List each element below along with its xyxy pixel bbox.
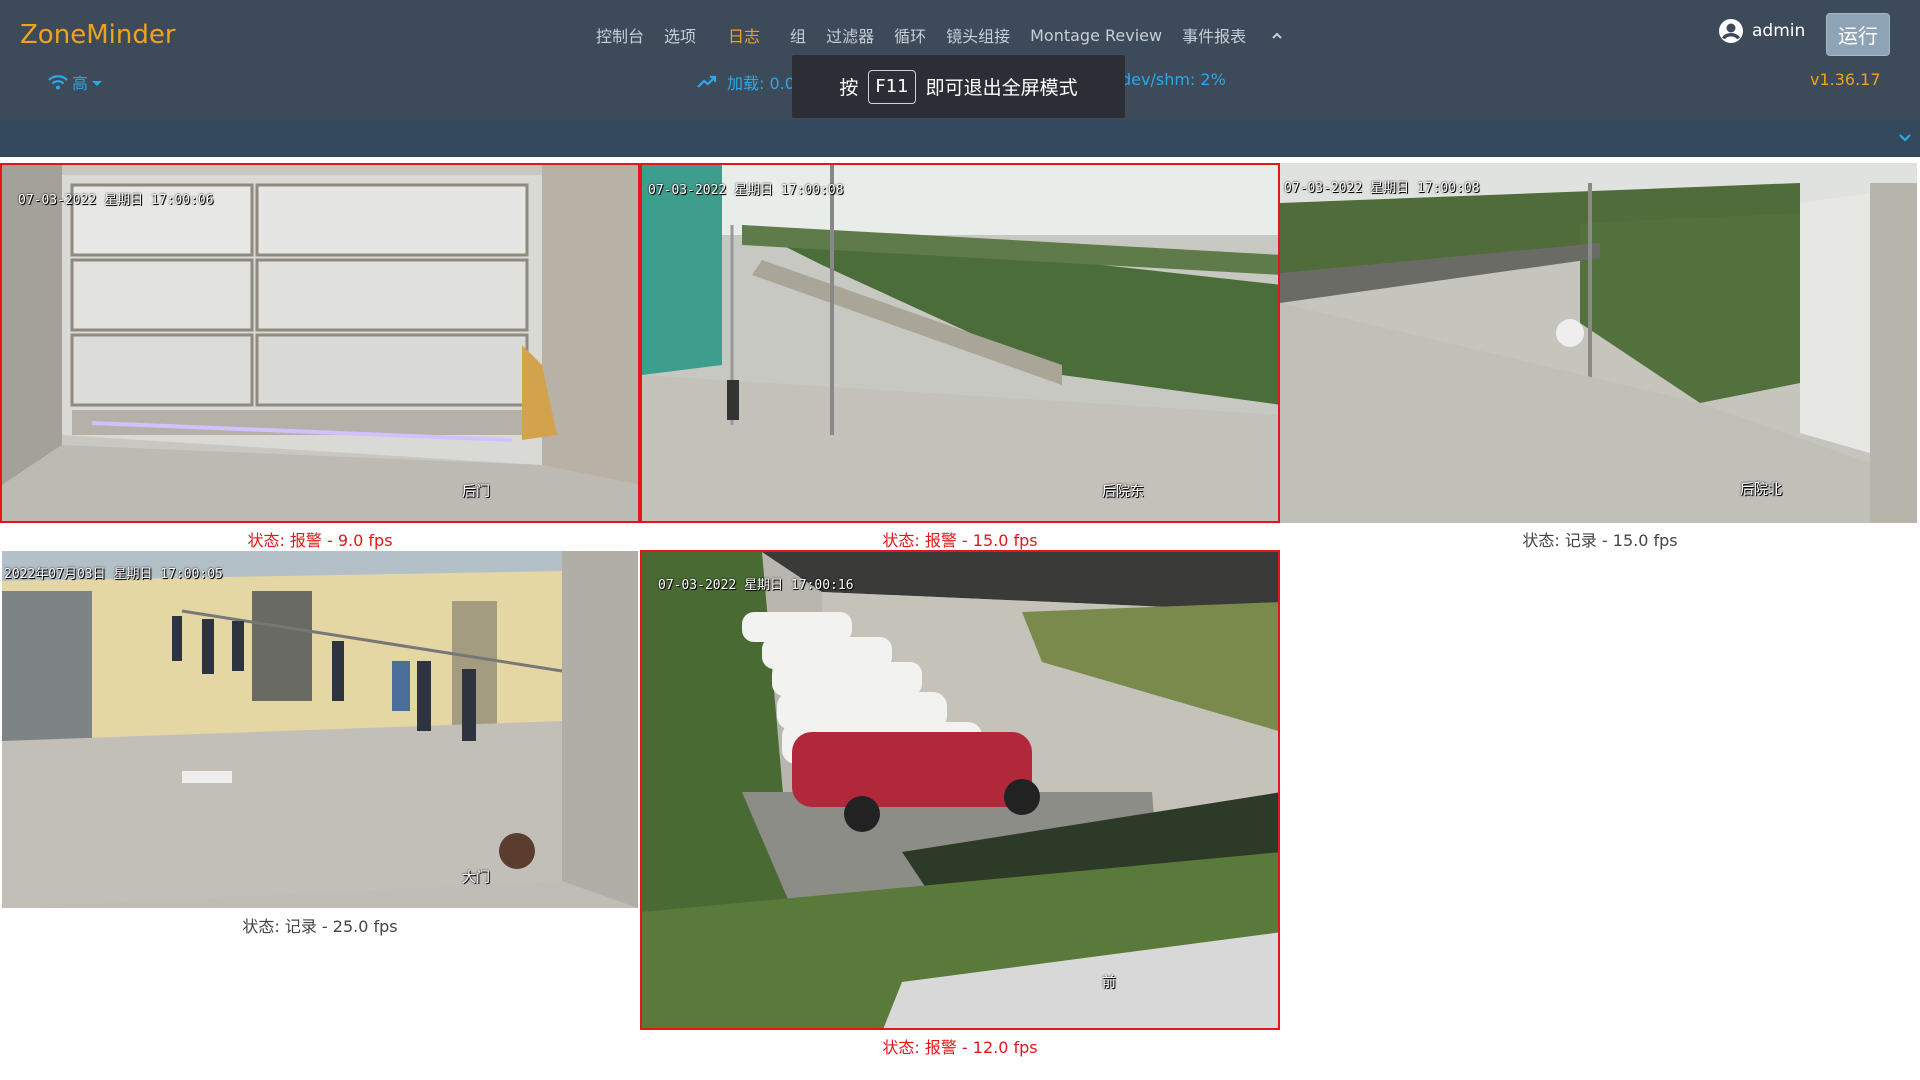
- run-state-button[interactable]: 运行: [1826, 13, 1890, 56]
- monitor-0-status: 状态: 报警 - 9.0 fps: [247, 531, 393, 550]
- monitor-1-timestamp: 07-03-2022 星期日 17:00:08: [648, 183, 844, 198]
- monitor-2-timestamp: 07-03-2022 星期日 17:00:08: [1284, 181, 1480, 196]
- nav-filters[interactable]: 过滤器: [826, 23, 874, 47]
- monitor-3-status: 状态: 记录 - 25.0 fps: [242, 917, 398, 936]
- monitor-0-timestamp: 07-03-2022 星期日 17:00:06: [18, 193, 214, 208]
- monitor-0-stream[interactable]: 07-03-2022 星期日 17:00:06 后门: [0, 163, 640, 523]
- chevron-down-icon: [92, 80, 103, 86]
- monitor-4-status: 状态: 报警 - 12.0 fps: [882, 1038, 1038, 1057]
- monitor-3-stream[interactable]: 2022年07月03日 星期日 17:00:05 大门: [2, 551, 638, 908]
- nav-montage[interactable]: 镜头组接: [946, 23, 1010, 47]
- monitor-2: 07-03-2022 星期日 17:00:08 后院北 状态: 记录 - 15.…: [1280, 163, 1920, 550]
- nav-options[interactable]: 选项: [664, 23, 696, 47]
- monitor-3-timestamp: 2022年07月03日 星期日 17:00:05: [4, 567, 223, 582]
- bandwidth-label: 高: [72, 74, 89, 93]
- nav-console[interactable]: 控制台: [596, 23, 644, 47]
- monitor-2-stream[interactable]: 07-03-2022 星期日 17:00:08 后院北: [1280, 163, 1917, 523]
- nav-event-report[interactable]: 事件报表: [1182, 23, 1246, 47]
- monitor-4-timestamp: 07-03-2022 星期日 17:00:16: [658, 578, 854, 593]
- nav-groups[interactable]: 组: [790, 23, 806, 47]
- monitor-4-stream[interactable]: 07-03-2022 星期日 17:00:16 前: [640, 550, 1280, 1030]
- bandwidth-dropdown[interactable]: 高: [48, 70, 103, 94]
- nav-cycle[interactable]: 循环: [894, 23, 926, 47]
- top-navbar: ZoneMinder 控制台 选项 日志 组 过滤器 循环 镜头组接 Monta…: [0, 0, 1920, 120]
- username: admin: [1752, 21, 1806, 41]
- monitor-1-overlay-name: 后院东: [1102, 484, 1144, 500]
- monitor-4: 07-03-2022 星期日 17:00:16 前 状态: 报警 - 12.0 …: [640, 550, 1280, 1060]
- nav-log[interactable]: 日志: [728, 23, 760, 47]
- monitor-2-overlay-name: 后院北: [1740, 482, 1782, 498]
- monitor-1: 07-03-2022 星期日 17:00:08 后院东 状态: 报警 - 15.…: [640, 163, 1280, 550]
- monitor-1-stream[interactable]: 07-03-2022 星期日 17:00:08 后院东: [640, 163, 1280, 523]
- monitor-0: 07-03-2022 星期日 17:00:06 后门 状态: 报警 - 9.0 …: [0, 163, 640, 550]
- camera-feed-image: [1280, 163, 1917, 523]
- fullscreen-notice: 按 F11 即可退出全屏模式: [792, 55, 1125, 118]
- monitor-4-overlay-name: 前: [1102, 975, 1116, 991]
- monitor-0-overlay-name: 后门: [462, 484, 490, 500]
- monitor-1-status: 状态: 报警 - 15.0 fps: [882, 531, 1038, 550]
- monitor-2-status: 状态: 记录 - 15.0 fps: [1522, 531, 1678, 550]
- f11-key: F11: [868, 69, 916, 104]
- camera-feed-image: [642, 552, 1278, 1028]
- system-load: 加载: 0.09: [697, 70, 805, 94]
- camera-feed-image: [2, 551, 638, 908]
- monitor-3: 2022年07月03日 星期日 17:00:05 大门 状态: 记录 - 25.…: [0, 551, 640, 938]
- version-label[interactable]: v1.36.17: [1810, 70, 1881, 89]
- fullscreen-prefix: 按: [839, 77, 859, 99]
- monitor-3-overlay-name: 大门: [462, 870, 490, 886]
- camera-feed-image: [642, 165, 1278, 521]
- filter-bar: [0, 120, 1920, 157]
- brand-logo[interactable]: ZoneMinder: [20, 20, 176, 50]
- expand-filters-icon[interactable]: [1898, 130, 1912, 144]
- fullscreen-suffix: 即可退出全屏模式: [925, 77, 1078, 99]
- user-menu[interactable]: admin: [1718, 18, 1805, 44]
- main-nav: 控制台 选项 日志 组 过滤器 循环 镜头组接 Montage Review 事…: [596, 22, 1284, 48]
- camera-feed-image: [2, 165, 638, 521]
- trend-up-icon: [697, 75, 717, 88]
- collapse-nav-icon[interactable]: [1270, 28, 1284, 42]
- shm-usage: dev/shm: 2%: [1121, 70, 1226, 89]
- user-avatar-icon: [1719, 19, 1743, 43]
- nav-montage-review[interactable]: Montage Review: [1030, 26, 1162, 45]
- wifi-icon: [48, 75, 68, 90]
